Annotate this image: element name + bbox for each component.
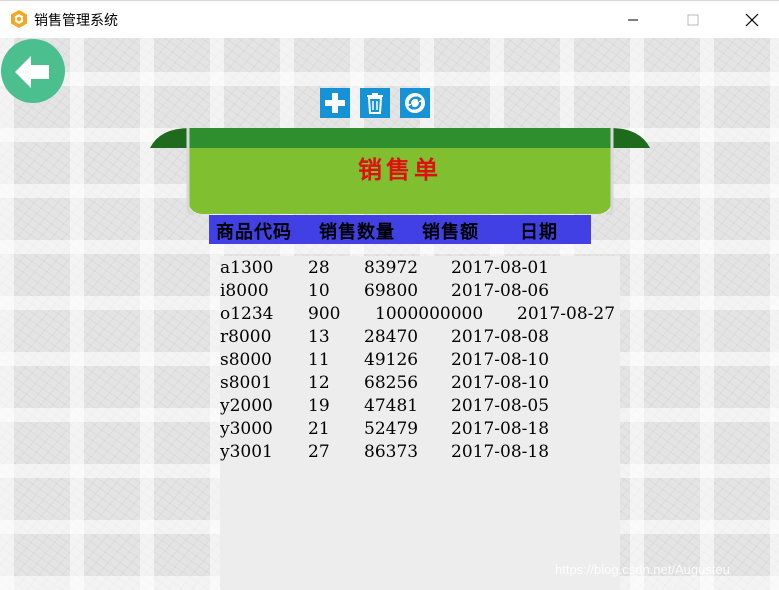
trash-icon xyxy=(367,93,383,114)
cell-date: 2017-08-08 xyxy=(451,327,550,347)
cell-amount: 28470 xyxy=(364,327,419,347)
header-sales-quantity: 销售数量 xyxy=(319,222,395,243)
table-row[interactable]: y2000 19 47481 2017-08-05 xyxy=(220,394,620,417)
cell-quantity: 28 xyxy=(308,258,330,278)
cell-date: 2017-08-10 xyxy=(451,373,550,393)
window-titlebar: 销售管理系统 xyxy=(0,0,779,38)
add-button[interactable] xyxy=(320,88,350,118)
sales-list[interactable]: a1300 28 83972 2017-08-01 i8000 10 69800… xyxy=(220,256,620,590)
table-row[interactable]: r8000 13 28470 2017-08-08 xyxy=(220,325,620,348)
maximize-icon xyxy=(687,14,699,26)
cell-date: 2017-08-18 xyxy=(451,442,550,462)
cell-product-code: o1234 xyxy=(220,304,274,324)
header-product-code: 商品代码 xyxy=(216,222,292,243)
table-row[interactable]: s8000 11 49126 2017-08-10 xyxy=(220,348,620,371)
cell-quantity: 13 xyxy=(308,327,330,347)
cell-product-code: y3000 xyxy=(220,419,273,439)
table-row[interactable]: y3000 21 52479 2017-08-18 xyxy=(220,417,620,440)
cell-quantity: 27 xyxy=(308,442,330,462)
table-row[interactable]: y3001 27 86373 2017-08-18 xyxy=(220,440,620,463)
cell-amount: 49126 xyxy=(364,350,419,370)
minimize-button[interactable] xyxy=(610,1,656,39)
cell-amount: 69800 xyxy=(364,281,419,301)
cell-date: 2017-08-10 xyxy=(451,350,550,370)
cell-quantity: 10 xyxy=(308,281,330,301)
minimize-icon xyxy=(628,19,638,21)
cell-date: 2017-08-01 xyxy=(451,258,550,278)
cell-amount: 68256 xyxy=(364,373,419,393)
table-row[interactable]: o1234 900 1000000000 2017-08-27 xyxy=(220,302,620,325)
cell-amount: 1000000000 xyxy=(375,304,484,324)
back-button[interactable] xyxy=(1,39,65,103)
table-row[interactable]: i8000 10 69800 2017-08-06 xyxy=(220,279,620,302)
refresh-button[interactable] xyxy=(400,88,430,118)
main-area: 销售单 商品代码 销售数量 销售额 日期 a1300 28 83972 2017… xyxy=(0,38,779,590)
cell-quantity: 21 xyxy=(308,419,330,439)
cell-amount: 52479 xyxy=(364,419,419,439)
refresh-icon xyxy=(405,93,425,113)
cell-date: 2017-08-06 xyxy=(451,281,550,301)
cell-quantity: 11 xyxy=(308,350,330,370)
close-button[interactable] xyxy=(729,1,775,39)
cell-product-code: s8001 xyxy=(220,373,272,393)
watermark: https://blog.csdn.net/Augusteu xyxy=(555,562,730,577)
delete-button[interactable] xyxy=(360,88,390,118)
cell-amount: 47481 xyxy=(364,396,419,416)
cell-amount: 86373 xyxy=(364,442,419,462)
header-date: 日期 xyxy=(520,222,558,243)
cell-product-code: y3001 xyxy=(220,442,273,462)
cell-quantity: 900 xyxy=(308,304,341,324)
cell-product-code: i8000 xyxy=(220,281,269,301)
table-header: 商品代码 销售数量 销售额 日期 xyxy=(209,215,591,244)
cell-product-code: r8000 xyxy=(220,327,272,347)
cell-quantity: 12 xyxy=(308,373,330,393)
app-logo-icon xyxy=(11,10,27,28)
table-row[interactable]: a1300 28 83972 2017-08-01 xyxy=(220,256,620,279)
cell-date: 2017-08-18 xyxy=(451,419,550,439)
table-row[interactable]: s8001 12 68256 2017-08-10 xyxy=(220,371,620,394)
cell-product-code: a1300 xyxy=(220,258,274,278)
cell-amount: 83972 xyxy=(364,258,419,278)
cell-date: 2017-08-27 xyxy=(517,304,616,324)
header-sales-amount: 销售额 xyxy=(422,222,479,243)
cell-product-code: s8000 xyxy=(220,350,272,370)
banner-title: 销售单 xyxy=(358,155,442,184)
arrow-left-icon xyxy=(15,56,49,88)
cell-date: 2017-08-05 xyxy=(451,396,550,416)
close-icon xyxy=(745,13,759,27)
cell-quantity: 19 xyxy=(308,396,330,416)
cell-product-code: y2000 xyxy=(220,396,273,416)
plus-icon xyxy=(325,93,345,113)
maximize-button[interactable] xyxy=(670,1,716,39)
window-title: 销售管理系统 xyxy=(34,13,118,29)
